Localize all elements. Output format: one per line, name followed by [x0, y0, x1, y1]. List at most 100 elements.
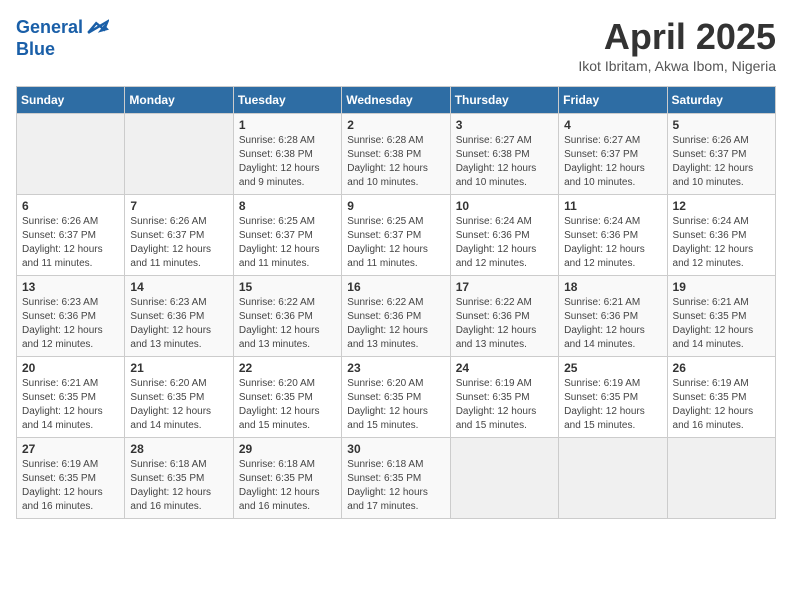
- day-info: Sunrise: 6:20 AM Sunset: 6:35 PM Dayligh…: [130, 377, 227, 433]
- day-number: 8: [239, 199, 336, 213]
- day-info: Sunrise: 6:22 AM Sunset: 6:36 PM Dayligh…: [456, 296, 553, 352]
- calendar-week-row: 1 Sunrise: 6:28 AM Sunset: 6:38 PM Daylig…: [17, 114, 776, 195]
- calendar-day-cell: 17Sunrise: 6:22 AM Sunset: 6:36 PM Dayli…: [450, 276, 558, 357]
- calendar-day-cell: 23 Sunrise: 6:20 AM Sunset: 6:35 PM Dayli…: [342, 357, 450, 438]
- calendar-day-cell: 3 Sunrise: 6:27 AM Sunset: 6:38 PM Daylig…: [450, 114, 558, 195]
- day-info: Sunrise: 6:28 AM Sunset: 6:38 PM Dayligh…: [347, 134, 444, 190]
- day-number: 11: [564, 199, 661, 213]
- day-number: 29: [239, 442, 336, 456]
- day-info: Sunrise: 6:24 AM Sunset: 6:36 PM Dayligh…: [564, 215, 661, 271]
- calendar-day-cell: 21 Sunrise: 6:20 AM Sunset: 6:35 PM Dayli…: [125, 357, 233, 438]
- weekday-header-row: SundayMondayTuesdayWednesdayThursdayFrid…: [17, 87, 776, 114]
- day-info: Sunrise: 6:19 AM Sunset: 6:35 PM Dayligh…: [456, 377, 553, 433]
- day-info: Sunrise: 6:20 AM Sunset: 6:35 PM Dayligh…: [347, 377, 444, 433]
- calendar-day-cell: 12Sunrise: 6:24 AM Sunset: 6:36 PM Dayli…: [667, 195, 775, 276]
- logo-icon: [85, 16, 109, 40]
- day-info: Sunrise: 6:22 AM Sunset: 6:36 PM Dayligh…: [239, 296, 336, 352]
- title-area: April 2025 Ikot Ibritam, Akwa Ibom, Nige…: [578, 16, 776, 74]
- calendar-day-cell: [125, 114, 233, 195]
- calendar-day-cell: 30 Sunrise: 6:18 AM Sunset: 6:35 PM Dayli…: [342, 438, 450, 519]
- day-number: 23: [347, 361, 444, 375]
- logo-subtext: Blue: [16, 40, 109, 60]
- calendar-day-cell: 18Sunrise: 6:21 AM Sunset: 6:36 PM Dayli…: [559, 276, 667, 357]
- day-number: 2: [347, 118, 444, 132]
- calendar-day-cell: [559, 438, 667, 519]
- calendar-day-cell: 7 Sunrise: 6:26 AM Sunset: 6:37 PM Daylig…: [125, 195, 233, 276]
- calendar-day-cell: [17, 114, 125, 195]
- day-number: 5: [673, 118, 770, 132]
- weekday-header-cell: Saturday: [667, 87, 775, 114]
- calendar-day-cell: 20 Sunrise: 6:21 AM Sunset: 6:35 PM Dayli…: [17, 357, 125, 438]
- calendar-day-cell: 1Sunrise: 6:28 AM Sunset: 6:38 PM Daylig…: [233, 114, 341, 195]
- day-info: Sunrise: 6:23 AM Sunset: 6:36 PM Dayligh…: [22, 296, 119, 352]
- weekday-header-cell: Monday: [125, 87, 233, 114]
- calendar-day-cell: 25 Sunrise: 6:19 AM Sunset: 6:35 PM Dayli…: [559, 357, 667, 438]
- weekday-header-cell: Friday: [559, 87, 667, 114]
- calendar-day-cell: 24 Sunrise: 6:19 AM Sunset: 6:35 PM Dayli…: [450, 357, 558, 438]
- day-info: Sunrise: 6:26 AM Sunset: 6:37 PM Dayligh…: [22, 215, 119, 271]
- calendar-day-cell: 9Sunrise: 6:25 AM Sunset: 6:37 PM Daylig…: [342, 195, 450, 276]
- day-number: 20: [22, 361, 119, 375]
- calendar-day-cell: 11 Sunrise: 6:24 AM Sunset: 6:36 PM Dayli…: [559, 195, 667, 276]
- day-info: Sunrise: 6:23 AM Sunset: 6:36 PM Dayligh…: [130, 296, 227, 352]
- day-number: 30: [347, 442, 444, 456]
- day-number: 14: [130, 280, 227, 294]
- day-info: Sunrise: 6:25 AM Sunset: 6:37 PM Dayligh…: [239, 215, 336, 271]
- header: General Blue April 2025 Ikot Ibritam, Ak…: [16, 16, 776, 74]
- calendar-day-cell: 29 Sunrise: 6:18 AM Sunset: 6:35 PM Dayli…: [233, 438, 341, 519]
- calendar-day-cell: 6 Sunrise: 6:26 AM Sunset: 6:37 PM Daylig…: [17, 195, 125, 276]
- calendar-body: 1 Sunrise: 6:28 AM Sunset: 6:38 PM Daylig…: [17, 114, 776, 519]
- day-info: Sunrise: 6:24 AM Sunset: 6:36 PM Dayligh…: [456, 215, 553, 271]
- day-info: Sunrise: 6:19 AM Sunset: 6:35 PM Dayligh…: [673, 377, 770, 433]
- day-number: 28: [130, 442, 227, 456]
- day-info: Sunrise: 6:22 AM Sunset: 6:36 PM Dayligh…: [347, 296, 444, 352]
- day-info: Sunrise: 6:18 AM Sunset: 6:35 PM Dayligh…: [239, 458, 336, 514]
- calendar-day-cell: 27Sunrise: 6:19 AM Sunset: 6:35 PM Dayli…: [17, 438, 125, 519]
- day-number: 1: [239, 118, 336, 132]
- weekday-header-cell: Thursday: [450, 87, 558, 114]
- calendar-day-cell: 10 Sunrise: 6:24 AM Sunset: 6:36 PM Dayli…: [450, 195, 558, 276]
- calendar-day-cell: [450, 438, 558, 519]
- day-info: Sunrise: 6:25 AM Sunset: 6:37 PM Dayligh…: [347, 215, 444, 271]
- day-number: 22: [239, 361, 336, 375]
- day-info: Sunrise: 6:26 AM Sunset: 6:37 PM Dayligh…: [130, 215, 227, 271]
- day-info: Sunrise: 6:27 AM Sunset: 6:38 PM Dayligh…: [456, 134, 553, 190]
- day-number: 21: [130, 361, 227, 375]
- day-info: Sunrise: 6:21 AM Sunset: 6:35 PM Dayligh…: [22, 377, 119, 433]
- day-number: 3: [456, 118, 553, 132]
- day-number: 25: [564, 361, 661, 375]
- day-number: 26: [673, 361, 770, 375]
- calendar-day-cell: 22 Sunrise: 6:20 AM Sunset: 6:35 PM Dayli…: [233, 357, 341, 438]
- day-info: Sunrise: 6:20 AM Sunset: 6:35 PM Dayligh…: [239, 377, 336, 433]
- day-info: Sunrise: 6:27 AM Sunset: 6:37 PM Dayligh…: [564, 134, 661, 190]
- logo-text: General: [16, 18, 83, 38]
- day-info: Sunrise: 6:18 AM Sunset: 6:35 PM Dayligh…: [347, 458, 444, 514]
- day-number: 16: [347, 280, 444, 294]
- day-number: 18: [564, 280, 661, 294]
- calendar-week-row: 27Sunrise: 6:19 AM Sunset: 6:35 PM Dayli…: [17, 438, 776, 519]
- calendar-day-cell: [667, 438, 775, 519]
- day-number: 13: [22, 280, 119, 294]
- calendar-day-cell: 26 Sunrise: 6:19 AM Sunset: 6:35 PM Dayli…: [667, 357, 775, 438]
- calendar-day-cell: 14 Sunrise: 6:23 AM Sunset: 6:36 PM Dayli…: [125, 276, 233, 357]
- weekday-header-cell: Wednesday: [342, 87, 450, 114]
- day-number: 4: [564, 118, 661, 132]
- day-info: Sunrise: 6:19 AM Sunset: 6:35 PM Dayligh…: [564, 377, 661, 433]
- calendar-day-cell: 19 Sunrise: 6:21 AM Sunset: 6:35 PM Dayli…: [667, 276, 775, 357]
- calendar-day-cell: 5 Sunrise: 6:26 AM Sunset: 6:37 PM Daylig…: [667, 114, 775, 195]
- day-number: 15: [239, 280, 336, 294]
- calendar-day-cell: 28Sunrise: 6:18 AM Sunset: 6:35 PM Dayli…: [125, 438, 233, 519]
- logo: General Blue: [16, 16, 109, 60]
- day-info: Sunrise: 6:19 AM Sunset: 6:35 PM Dayligh…: [22, 458, 119, 514]
- calendar-week-row: 6 Sunrise: 6:26 AM Sunset: 6:37 PM Daylig…: [17, 195, 776, 276]
- day-number: 19: [673, 280, 770, 294]
- day-info: Sunrise: 6:21 AM Sunset: 6:35 PM Dayligh…: [673, 296, 770, 352]
- day-number: 10: [456, 199, 553, 213]
- weekday-header-cell: Sunday: [17, 87, 125, 114]
- day-info: Sunrise: 6:26 AM Sunset: 6:37 PM Dayligh…: [673, 134, 770, 190]
- month-title: April 2025: [578, 16, 776, 58]
- calendar-day-cell: 13 Sunrise: 6:23 AM Sunset: 6:36 PM Dayli…: [17, 276, 125, 357]
- day-number: 7: [130, 199, 227, 213]
- day-number: 24: [456, 361, 553, 375]
- day-number: 6: [22, 199, 119, 213]
